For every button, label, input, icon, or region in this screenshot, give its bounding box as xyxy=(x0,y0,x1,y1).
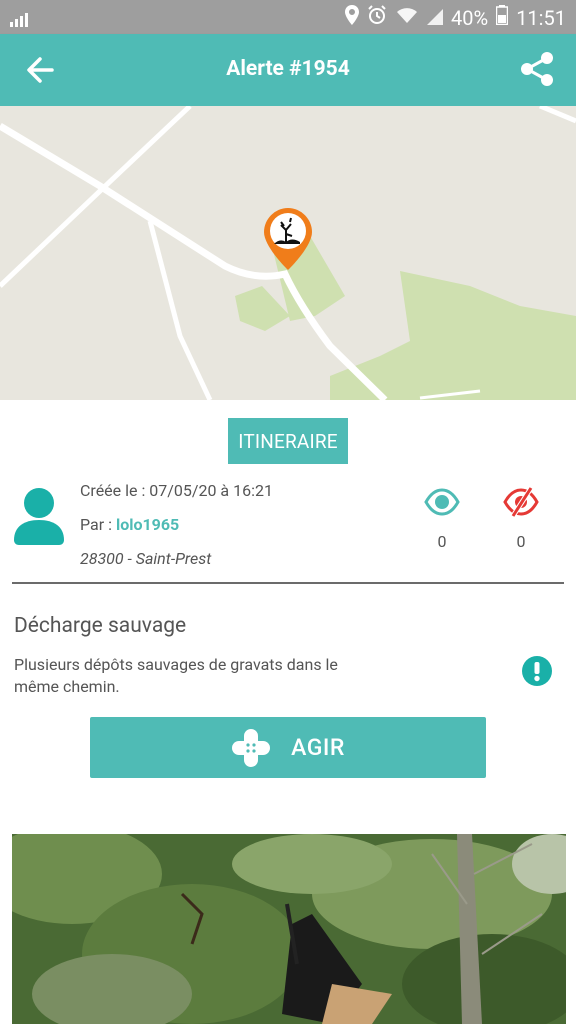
alarm-icon xyxy=(367,5,387,30)
author-line: Par : lolo1965 xyxy=(80,514,179,536)
author-username-link[interactable]: lolo1965 xyxy=(116,515,179,534)
alert-type-heading: Décharge sauvage xyxy=(14,614,187,638)
location-text: 28300 - Saint-Prest xyxy=(80,549,212,568)
hidden-count: 0 xyxy=(516,532,526,551)
alert-description: Plusieurs dépôts sauvages de gravats dan… xyxy=(14,655,338,696)
user-avatar-icon xyxy=(14,488,64,546)
status-icons: 40% 11:51 xyxy=(345,5,566,30)
views-count: 0 xyxy=(437,532,447,551)
act-button-label: AGIR xyxy=(291,734,345,761)
eye-icon xyxy=(424,488,460,516)
alert-photo[interactable] xyxy=(12,834,566,1024)
author-prefix: Par : xyxy=(80,515,116,534)
dumping-site-marker-icon[interactable] xyxy=(262,206,314,272)
itinerary-button[interactable]: ITINERAIRE xyxy=(228,418,348,464)
status-bar: 40% 11:51 xyxy=(0,0,576,34)
cell-signal-icon xyxy=(427,6,444,30)
app-bar: Alerte #1954 xyxy=(0,34,576,106)
section-divider xyxy=(12,582,564,584)
page-title: Alerte #1954 xyxy=(226,57,350,81)
exclamation-circle-icon[interactable] xyxy=(522,656,552,686)
map-view[interactable] xyxy=(0,106,576,400)
eye-slash-icon[interactable] xyxy=(502,486,540,518)
alert-detail-screen: 40% 11:51 Alerte #1954 ITINERAIRE Créée … xyxy=(0,0,576,1024)
wifi-icon xyxy=(395,6,419,30)
location-icon xyxy=(345,5,360,30)
bandage-icon xyxy=(231,728,271,768)
clock: 11:51 xyxy=(516,5,566,30)
share-icon[interactable] xyxy=(518,50,556,88)
act-button[interactable]: AGIR xyxy=(90,717,486,778)
signal-bars-icon xyxy=(10,8,32,32)
battery-icon xyxy=(495,5,509,30)
battery-percent: 40% xyxy=(451,5,489,30)
created-date: Créée le : 07/05/20 à 16:21 xyxy=(80,481,273,500)
